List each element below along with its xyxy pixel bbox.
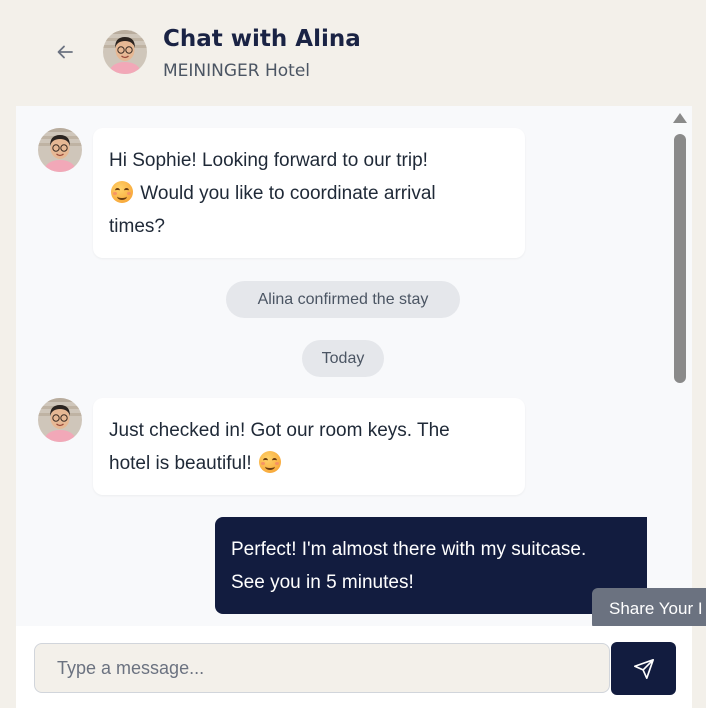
- message-text: Hi Sophie! Looking forward to our trip!: [109, 150, 428, 171]
- send-icon: [633, 658, 654, 679]
- chat-header: Chat with Alina MEININGER Hotel: [0, 0, 706, 106]
- message-composer: [0, 626, 706, 708]
- message-bubble-incoming[interactable]: Just checked in! Got our room keys. The …: [93, 398, 525, 495]
- arrow-left-icon: [57, 45, 73, 59]
- avatar[interactable]: [103, 30, 147, 74]
- message-bubble-outgoing[interactable]: Perfect! I'm almost there with my suitca…: [215, 517, 647, 614]
- message-text: Would you like to coordinate arrival: [109, 177, 509, 210]
- avatar[interactable]: [38, 398, 82, 442]
- system-message: Alina confirmed the stay: [226, 281, 460, 318]
- message-input[interactable]: [34, 643, 610, 693]
- share-tooltip[interactable]: Share Your I: [592, 588, 706, 630]
- message-list[interactable]: Hi Sophie! Looking forward to our trip! …: [16, 106, 668, 626]
- smiling-face-icon: [111, 181, 133, 203]
- message-text: hotel is beautiful!: [109, 447, 509, 480]
- composer-bar: [16, 626, 692, 708]
- message-text: See you in 5 minutes!: [231, 572, 414, 593]
- message-bubble-incoming[interactable]: Hi Sophie! Looking forward to our trip! …: [93, 128, 525, 258]
- scrollbar-thumb[interactable]: [674, 134, 686, 383]
- chat-title: Chat with Alina: [163, 26, 361, 52]
- chat-app: Chat with Alina MEININGER Hotel Hi Sophi…: [0, 0, 706, 708]
- avatar[interactable]: [38, 128, 82, 172]
- scroll-up-arrow-icon[interactable]: [673, 113, 687, 123]
- message-text: times?: [109, 216, 165, 237]
- smiling-face-icon: [258, 451, 281, 473]
- chat-subtitle: MEININGER Hotel: [163, 61, 311, 81]
- send-button[interactable]: [611, 642, 676, 695]
- date-separator: Today: [302, 340, 384, 377]
- message-text: Just checked in! Got our room keys. The: [109, 420, 450, 441]
- back-button[interactable]: [50, 37, 80, 67]
- message-text: Perfect! I'm almost there with my suitca…: [231, 539, 587, 560]
- scrollbar[interactable]: [668, 106, 692, 626]
